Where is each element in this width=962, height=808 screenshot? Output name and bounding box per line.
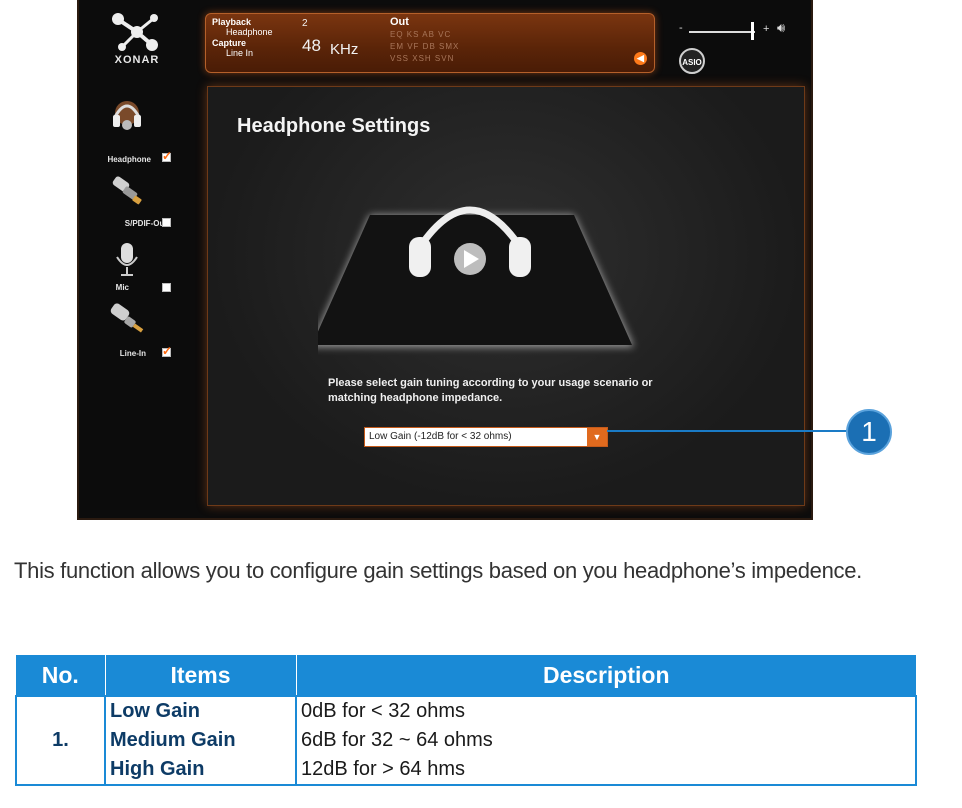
settings-content-panel: Headphone Settings Please select gain tu…	[207, 86, 805, 506]
sidebar-item-spdif-out[interactable]: S/PDIF-Out	[79, 173, 189, 233]
logo-text: XONAR	[114, 54, 160, 66]
item-low-gain: Low Gain	[110, 700, 200, 722]
volume-slider-knob[interactable]	[751, 22, 754, 40]
out-label: Out	[390, 16, 409, 28]
row-number: 1.	[15, 695, 106, 786]
playback-device: Headphone	[226, 27, 273, 37]
sidebar-item-headphone[interactable]: Headphone	[79, 95, 189, 164]
line-in-checkbox[interactable]	[162, 344, 172, 358]
row-items: Low Gain Medium Gain High Gain	[104, 695, 297, 786]
callout-line	[607, 430, 847, 432]
asio-button[interactable]: ASIO	[679, 48, 705, 74]
status-panel: Playback Headphone Capture Line In 2 48 …	[205, 13, 655, 73]
row-descriptions: 0dB for < 32 ohms 6dB for 32 ~ 64 ohms 1…	[295, 695, 917, 786]
capture-device: Line In	[226, 48, 254, 58]
playback-label: Playback	[212, 17, 252, 27]
header-no: No.	[16, 655, 106, 696]
headphone-icon	[113, 101, 141, 130]
desc-medium-gain: 6dB for 32 ~ 64 ohms	[301, 729, 493, 751]
sample-rate-unit: KHz	[330, 41, 359, 58]
item-medium-gain: Medium Gain	[110, 729, 236, 751]
page-title: Headphone Settings	[237, 115, 431, 137]
effects-row-3: VSS XSH SVN	[390, 54, 455, 63]
sidebar-item-label: S/PDIF-Out	[124, 219, 167, 228]
panel-toggle-button[interactable]: ◀	[634, 52, 647, 65]
effects-row-1: EQ KS AB VC	[390, 30, 452, 39]
xonar-app-window: XONAR Playback Headphone Capture Line In…	[77, 0, 813, 520]
table-header-row: No. Items Description	[16, 655, 916, 696]
item-high-gain: High Gain	[110, 758, 205, 780]
volume-plus: +	[763, 23, 770, 35]
spdif-out-checkbox[interactable]	[162, 218, 171, 227]
headphone-stage-illustration	[318, 206, 634, 347]
volume-minus: -	[679, 22, 683, 34]
channel-count: 2	[302, 18, 308, 29]
gain-select[interactable]: Low Gain (-12dB for < 32 ohms) ▼	[364, 427, 608, 447]
sidebar-item-label: Line-In	[119, 349, 146, 358]
header-items: Items	[105, 655, 297, 696]
function-description: This function allows you to configure ga…	[14, 558, 862, 583]
sidebar-item-mic[interactable]: Mic	[79, 241, 189, 301]
microphone-icon	[116, 243, 138, 276]
capture-label: Capture	[212, 38, 247, 48]
xonar-logo: XONAR	[107, 10, 167, 66]
callout-number: 1	[846, 409, 892, 455]
speaker-icon[interactable]: 🔊︎	[777, 20, 785, 36]
volume-slider[interactable]	[689, 31, 755, 33]
desc-high-gain: 12dB for > 64 hms	[301, 758, 465, 780]
table-row: 1. Low Gain Medium Gain High Gain 0dB fo…	[15, 695, 917, 786]
header-description: Description	[296, 655, 916, 696]
sidebar-item-line-in[interactable]: Line-In	[79, 300, 189, 360]
spdif-icon	[112, 176, 142, 205]
effects-row-2: EM VF DB SMX	[390, 42, 460, 51]
xonar-molecule-icon	[112, 13, 158, 51]
chevron-down-icon[interactable]: ▼	[587, 428, 607, 446]
gain-table: No. Items Description 1. Low Gain Medium…	[15, 655, 917, 786]
headphone-checkbox[interactable]	[162, 149, 172, 163]
gain-select-value: Low Gain (-12dB for < 32 ohms)	[369, 431, 512, 442]
sidebar-item-label: Headphone	[107, 155, 151, 164]
gain-instructions: Please select gain tuning according to y…	[328, 377, 653, 404]
mic-checkbox[interactable]	[162, 283, 171, 292]
sample-rate: 48	[302, 36, 321, 55]
desc-low-gain: 0dB for < 32 ohms	[301, 700, 465, 722]
line-in-icon	[110, 303, 144, 333]
sidebar-item-label: Mic	[115, 283, 129, 292]
device-sidebar: Headphone S/PDIF-Out Mic	[79, 95, 199, 395]
